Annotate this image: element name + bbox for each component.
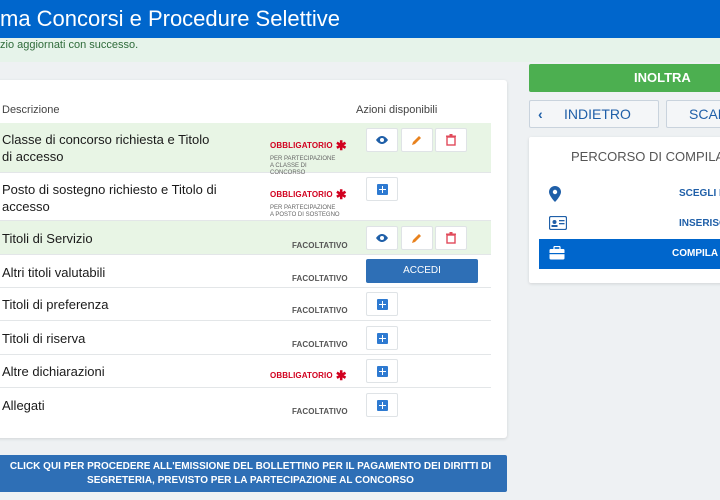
requirement-label: FACOLTATIVO: [292, 407, 348, 416]
accedi-button[interactable]: ACCEDI: [366, 259, 478, 283]
step-label: INSERISCI: [679, 218, 720, 229]
column-header-description: Descrizione: [2, 104, 60, 116]
step-scegli[interactable]: SCEGLI L: [539, 179, 720, 209]
eye-icon: [376, 136, 388, 144]
delete-button[interactable]: [435, 128, 467, 152]
table-row: Altre dichiarazioni OBBLIGATORIO ✱: [0, 355, 491, 388]
requirement: FACOLTATIVO: [292, 334, 348, 352]
edit-button[interactable]: [401, 128, 433, 152]
percorso-panel: PERCORSO DI COMPILAZ SCEGLI L INSERISCI …: [529, 137, 720, 283]
pencil-icon: [412, 234, 421, 243]
add-button[interactable]: [366, 393, 398, 417]
add-button[interactable]: [366, 177, 398, 201]
requirement-label: FACOLTATIVO: [292, 306, 348, 315]
table-row: Classe di concorso richiesta e Titolo di…: [0, 123, 491, 176]
row-description: Classe di concorso richiesta e Titolo di…: [2, 132, 210, 164]
row-description: Titoli di preferenza: [2, 297, 109, 312]
page-header: ma Concorsi e Procedure Selettive: [0, 0, 720, 38]
page-title: ma Concorsi e Procedure Selettive: [0, 6, 340, 31]
row-description: Titoli di Servizio: [2, 231, 93, 246]
required-star-icon: ✱: [335, 138, 347, 153]
requirement: FACOLTATIVO: [292, 401, 348, 419]
inoltra-button[interactable]: INOLTRA: [529, 64, 720, 92]
plus-icon: [376, 183, 388, 195]
sections-card: Descrizione Azioni disponibili Classe di…: [0, 80, 507, 438]
plus-icon: [376, 399, 388, 411]
requirement: OBBLIGATORIO ✱ PER PARTECIPAZIONE A CLASS…: [270, 135, 347, 177]
row-description: Posto di sostegno richiesto e Titolo di …: [2, 182, 217, 214]
required-star-icon: ✱: [335, 187, 347, 202]
scarica-button[interactable]: SCAR: [666, 100, 720, 128]
requirement: FACOLTATIVO: [292, 235, 348, 253]
edit-button[interactable]: [401, 226, 433, 250]
requirement: OBBLIGATORIO ✱ PER PARTECIPAZIONE A POSTO…: [270, 184, 347, 219]
requirement: FACOLTATIVO: [292, 300, 348, 318]
indietro-button[interactable]: ‹ INDIETRO: [529, 100, 659, 128]
payment-bulletin-button[interactable]: CLICK QUI PER PROCEDERE ALL'EMISSIONE DE…: [0, 455, 507, 492]
table-row: Titoli di Servizio FACOLTATIVO: [0, 221, 491, 255]
table-row: Altri titoli valutabili FACOLTATIVO ACCE…: [0, 255, 491, 288]
requirement-label: FACOLTATIVO: [292, 340, 348, 349]
table-row: Allegati FACOLTATIVO: [0, 388, 491, 422]
step-inserisci[interactable]: INSERISCI: [539, 209, 720, 239]
percorso-title: PERCORSO DI COMPILAZ: [571, 149, 720, 164]
step-label: SCEGLI L: [679, 188, 720, 199]
row-description: Allegati: [2, 398, 45, 413]
requirement: OBBLIGATORIO ✱: [270, 365, 347, 384]
trash-icon: [446, 134, 456, 146]
requirement-label: OBBLIGATORIO: [270, 141, 333, 150]
row-description: Titoli di riserva: [2, 331, 86, 346]
pencil-icon: [412, 136, 421, 145]
column-header-actions: Azioni disponibili: [356, 104, 438, 116]
add-button[interactable]: [366, 359, 398, 383]
requirement-label: OBBLIGATORIO: [270, 371, 333, 380]
required-star-icon: ✱: [335, 368, 347, 383]
view-button[interactable]: [366, 226, 398, 250]
step-compila[interactable]: COMPILA: [539, 239, 720, 269]
eye-icon: [376, 234, 388, 242]
briefcase-icon: [549, 246, 565, 260]
step-label: COMPILA: [672, 248, 719, 259]
chevron-left-icon: ‹: [538, 106, 543, 122]
table-row: Titoli di preferenza FACOLTATIVO: [0, 288, 491, 321]
success-message: zio aggiornati con successo.: [0, 38, 720, 62]
indietro-label: INDIETRO: [564, 106, 631, 122]
requirement-note: PER PARTECIPAZIONE A POSTO DI SOSTEGNO: [270, 205, 340, 218]
table-row: Titoli di riserva FACOLTATIVO: [0, 321, 491, 355]
add-button[interactable]: [366, 292, 398, 316]
requirement-label: FACOLTATIVO: [292, 274, 348, 283]
requirement: FACOLTATIVO: [292, 268, 348, 286]
requirement-label: FACOLTATIVO: [292, 241, 348, 250]
map-pin-icon: [549, 186, 561, 202]
table-row: Posto di sostegno richiesto e Titolo di …: [0, 173, 491, 221]
id-card-icon: [549, 216, 567, 230]
trash-icon: [446, 232, 456, 244]
plus-icon: [376, 365, 388, 377]
plus-icon: [376, 332, 388, 344]
view-button[interactable]: [366, 128, 398, 152]
requirement-label: OBBLIGATORIO: [270, 190, 333, 199]
add-button[interactable]: [366, 326, 398, 350]
row-description: Altre dichiarazioni: [2, 364, 105, 379]
delete-button[interactable]: [435, 226, 467, 250]
table-header: Descrizione Azioni disponibili: [0, 102, 507, 122]
plus-icon: [376, 298, 388, 310]
row-description: Altri titoli valutabili: [2, 265, 106, 280]
